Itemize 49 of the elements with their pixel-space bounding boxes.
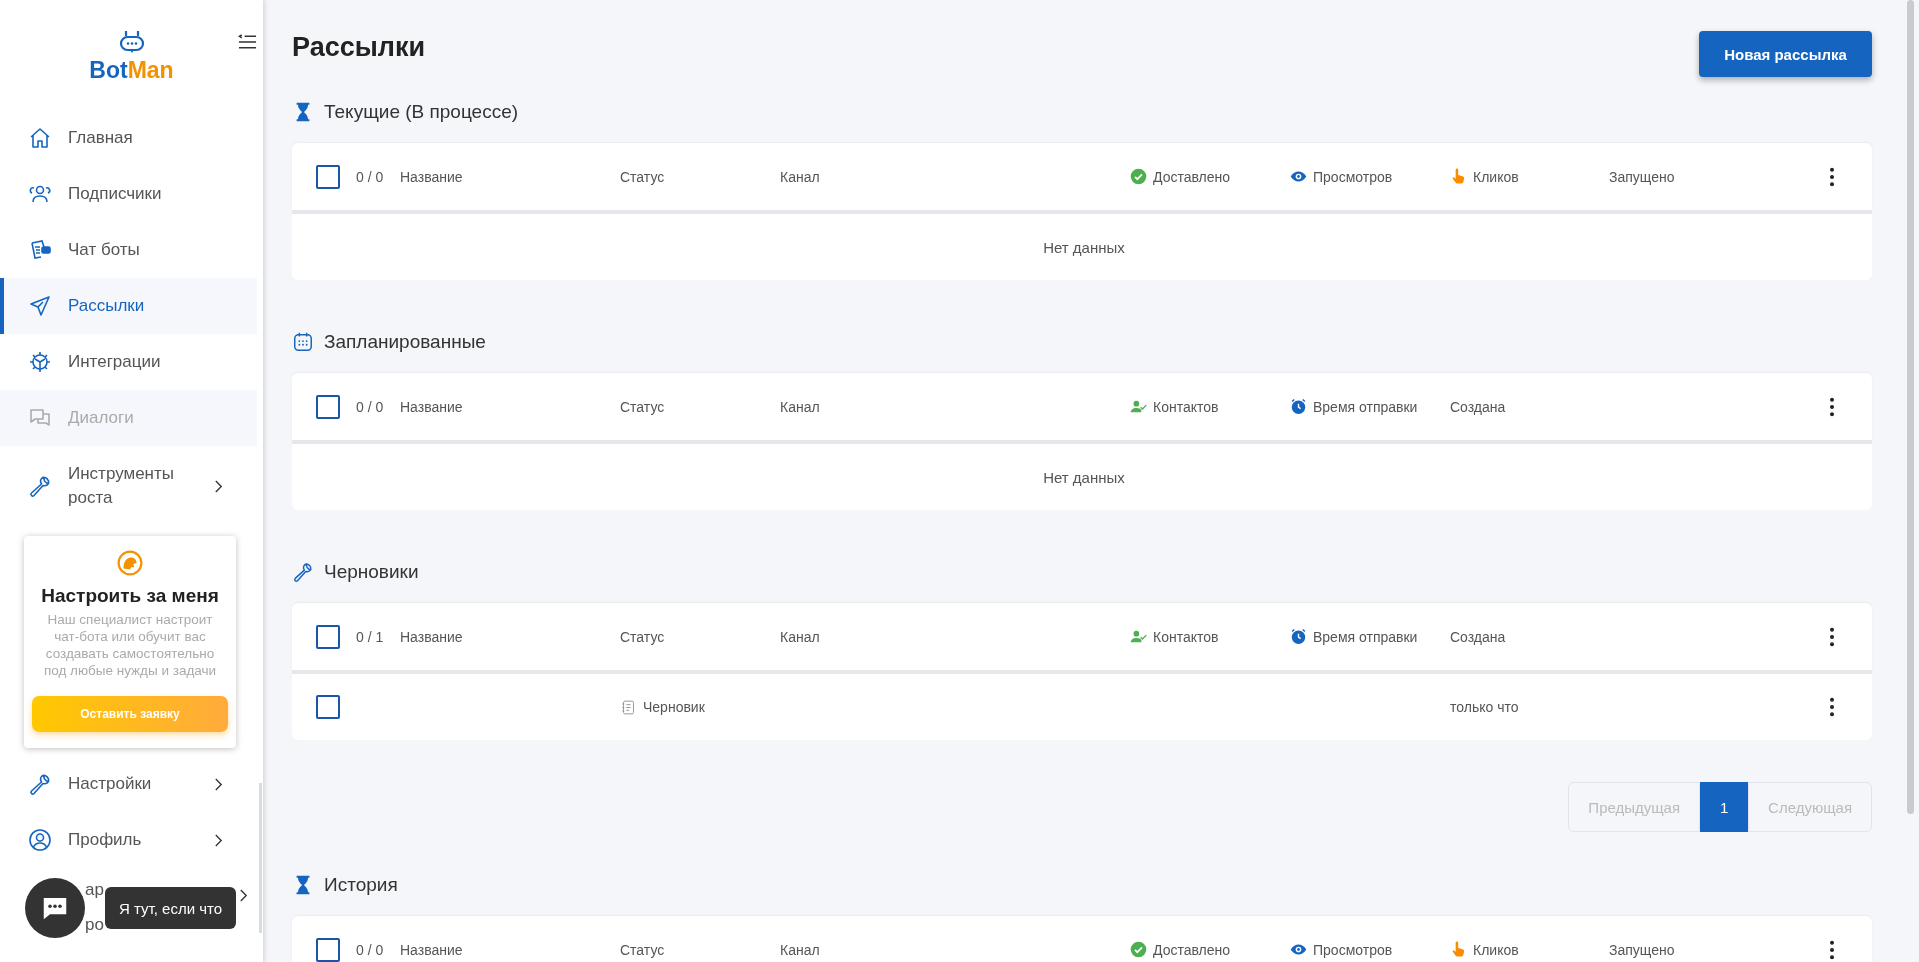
page-title: Рассылки	[292, 32, 426, 63]
column-header: Канал	[780, 941, 820, 958]
column-header: Доставлено	[1153, 941, 1231, 958]
new-mailing-button[interactable]: Новая рассылка	[1699, 31, 1872, 77]
column-header: Название	[400, 398, 463, 415]
section-title: Черновики	[324, 561, 419, 583]
column-header: Название	[400, 168, 463, 185]
promo-title: Настроить за меня	[41, 585, 219, 607]
column-header: Название	[400, 628, 463, 645]
column-header: Статус	[620, 628, 665, 645]
column-header: Канал	[780, 628, 820, 645]
chat-tooltip: Я тут, если что	[105, 887, 237, 929]
selection-counter: 0 / 0	[356, 168, 385, 185]
column-header: Создана	[1450, 628, 1506, 645]
column-header: Кликов	[1473, 941, 1519, 958]
sidebar-item-text[interactable]: ар	[85, 880, 104, 900]
column-header: Канал	[780, 168, 820, 185]
sidebar-item-text[interactable]: ро	[85, 915, 104, 935]
column-header: Просмотров	[1313, 941, 1393, 958]
column-header: Статус	[620, 398, 665, 415]
page-button[interactable]: 1	[1700, 782, 1749, 832]
column-header: Статус	[620, 941, 665, 958]
sidebar-item[interactable]: Рассылки	[0, 278, 257, 334]
selection-counter: 0 / 1	[356, 628, 385, 645]
table-row[interactable]: Черновик только что	[292, 674, 1872, 740]
column-header: Время отправки	[1313, 628, 1418, 645]
table-cell: только что	[1450, 699, 1519, 715]
empty-message: Нет данных	[1043, 238, 1125, 256]
column-header: Канал	[780, 398, 820, 415]
column-header: Контактов	[1153, 398, 1219, 415]
column-header: Создана	[1450, 398, 1506, 415]
column-header: Запущено	[1609, 168, 1675, 185]
section-title: История	[324, 874, 398, 896]
column-header: Время отправки	[1313, 398, 1418, 415]
selection-counter: 0 / 0	[356, 941, 385, 958]
column-header: Контактов	[1153, 628, 1219, 645]
column-header: Доставлено	[1153, 168, 1231, 185]
column-header: Название	[400, 941, 463, 958]
section-title: Текущие (В процессе)	[324, 101, 519, 123]
section-title: Запланированные	[324, 331, 486, 353]
column-header: Запущено	[1609, 941, 1675, 958]
column-header: Просмотров	[1313, 168, 1393, 185]
promo-text: Наш специалист настроит чат-бота или обучит вас создавать самостоятельно под любые нужды и задачи	[42, 611, 218, 679]
brand-name: BotMan	[89, 57, 174, 84]
column-header: Статус	[620, 168, 665, 185]
status-text: Черновик	[643, 699, 705, 715]
selection-counter: 0 / 0	[356, 398, 385, 415]
column-header: Кликов	[1473, 168, 1519, 185]
empty-message: Нет данных	[1043, 468, 1125, 486]
